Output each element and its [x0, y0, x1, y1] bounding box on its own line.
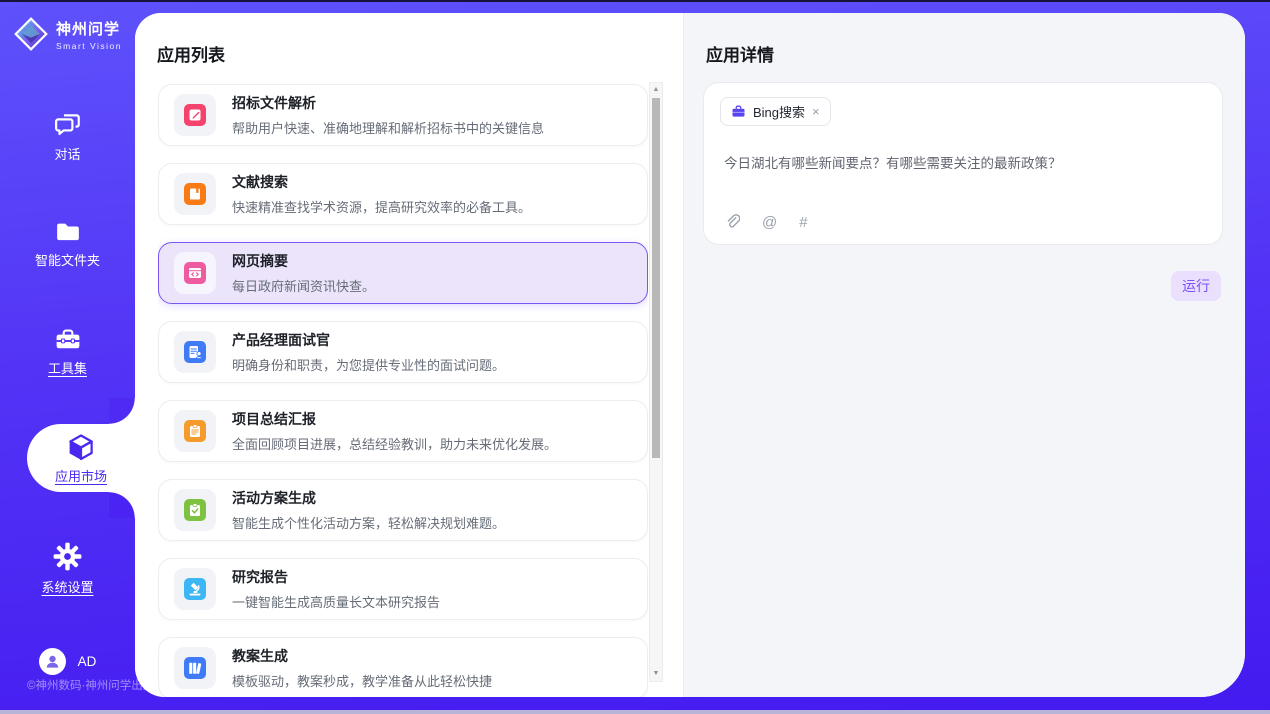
sidebar-item-chat[interactable]: 对话 [0, 110, 135, 163]
query-text[interactable]: 今日湖北有哪些新闻要点？有哪些需要关注的最新政策？ [724, 152, 1204, 172]
app-card-desc: 快速精准查找学术资源，提高研究效率的必备工具。 [232, 197, 531, 216]
content-area: 应用列表 招标文件解析 帮助用户快速、准确地理解和解析招标书中的关键信息 [135, 13, 1245, 697]
app-card-desc: 明确身份和职责，为您提供专业性的面试问题。 [232, 355, 505, 374]
app-detail-title: 应用详情 [706, 41, 774, 66]
app-card-desc: 一键智能生成高质量长文本研究报告 [232, 592, 440, 611]
app-icon-tile [174, 410, 216, 452]
clipboard-icon [184, 420, 206, 442]
tool-chip-bing-search[interactable]: Bing搜索 × [720, 97, 831, 126]
sidebar-item-label: 工具集 [48, 358, 87, 377]
app-card-desc: 帮助用户快速、准确地理解和解析招标书中的关键信息 [232, 118, 544, 137]
browser-icon [184, 262, 206, 284]
app-card-desc: 智能生成个性化活动方案，轻松解决规划难题。 [232, 513, 505, 532]
scrollbar-thumb[interactable] [652, 98, 660, 458]
scroll-down-icon[interactable]: ▼ [653, 667, 660, 681]
scroll-up-icon[interactable]: ▲ [653, 83, 660, 97]
app-card-desc: 模板驱动，教案秒成，教学准备从此轻松快捷 [232, 671, 492, 690]
resume-icon [184, 341, 206, 363]
app-icon-tile [174, 252, 216, 294]
pen-icon [184, 104, 206, 126]
app-icon-tile [174, 173, 216, 215]
app-card-title: 招标文件解析 [232, 93, 544, 113]
app-card-web-summary[interactable]: 网页摘要 每日政府新闻资讯快查。 [158, 242, 648, 304]
sidebar-item-settings[interactable]: 系统设置 [0, 542, 135, 596]
app-card-desc: 每日政府新闻资讯快查。 [232, 276, 375, 295]
diamond-logo-icon [13, 16, 49, 52]
avatar [39, 648, 66, 675]
app-icon-tile [174, 331, 216, 373]
sidebar: 神州问学 Smart Vision 对话 智能文件夹 工具集 [0, 0, 135, 714]
sidebar-item-label: 智能文件夹 [35, 250, 100, 269]
app-card-project-summary[interactable]: 项目总结汇报 全面回顾项目进展，总结经验教训，助力未来优化发展。 [158, 400, 648, 462]
sidebar-item-label: 系统设置 [41, 577, 93, 596]
app-list-title: 应用列表 [157, 41, 225, 66]
app-icon-tile [174, 647, 216, 689]
app-detail-panel: 应用详情 Bing搜索 × 今日湖北有哪些新闻要点？有哪些需要关注的最新政策？ … [683, 13, 1245, 697]
clipboard-check-icon [184, 499, 206, 521]
app-card-title: 产品经理面试官 [232, 330, 505, 350]
app-card-title: 活动方案生成 [232, 488, 505, 508]
sidebar-item-app-market[interactable]: 应用市场 [27, 424, 135, 492]
window-bottom-edge [0, 710, 1270, 714]
cube-icon [66, 432, 96, 462]
user-icon [44, 653, 61, 670]
briefcase-icon [731, 104, 746, 119]
app-list-panel: 应用列表 招标文件解析 帮助用户快速、准确地理解和解析招标书中的关键信息 [135, 13, 683, 697]
app-icon-tile [174, 489, 216, 531]
app-card-desc: 全面回顾项目进展，总结经验教训，助力未来优化发展。 [232, 434, 557, 453]
app-list-scrollbar[interactable]: ▲ ▼ [649, 82, 663, 682]
app-card-bid-analysis[interactable]: 招标文件解析 帮助用户快速、准确地理解和解析招标书中的关键信息 [158, 84, 648, 146]
app-card-title: 教案生成 [232, 646, 492, 666]
brand-logo: 神州问学 Smart Vision [0, 16, 135, 52]
app-card-pm-interviewer[interactable]: 产品经理面试官 明确身份和职责，为您提供专业性的面试问题。 [158, 321, 648, 383]
at-icon[interactable]: @ [762, 214, 777, 231]
app-card-list: 招标文件解析 帮助用户快速、准确地理解和解析招标书中的关键信息 文献搜索 快速精… [158, 84, 648, 697]
app-card-event-plan[interactable]: 活动方案生成 智能生成个性化活动方案，轻松解决规划难题。 [158, 479, 648, 541]
app-card-title: 网页摘要 [232, 251, 375, 271]
toolbox-icon [53, 326, 83, 352]
brand-subtitle: Smart Vision [56, 41, 122, 51]
sidebar-item-toolset[interactable]: 工具集 [0, 326, 135, 377]
hash-icon[interactable]: # [799, 214, 807, 231]
sidebar-item-label: 对话 [54, 144, 80, 163]
chat-icon [53, 110, 83, 138]
sidebar-item-smart-folder[interactable]: 智能文件夹 [0, 218, 135, 269]
folder-icon [53, 218, 83, 244]
user-name: AD [78, 654, 97, 669]
gear-icon [53, 542, 82, 571]
app-icon-tile [174, 94, 216, 136]
book-icon [184, 183, 206, 205]
run-button[interactable]: 运行 [1171, 271, 1221, 301]
app-card-literature-search[interactable]: 文献搜索 快速精准查找学术资源，提高研究效率的必备工具。 [158, 163, 648, 225]
app-card-research-report[interactable]: 研究报告 一键智能生成高质量长文本研究报告 [158, 558, 648, 620]
books-icon [184, 657, 206, 679]
app-card-title: 文献搜索 [232, 172, 531, 192]
tool-chip-label: Bing搜索 [753, 102, 805, 121]
brand-name: 神州问学 [56, 18, 122, 39]
microscope-icon [184, 578, 206, 600]
attachment-toolbar: @ # [724, 213, 808, 231]
app-card-title: 项目总结汇报 [232, 409, 557, 429]
app-card-lesson-plan[interactable]: 教案生成 模板驱动，教案秒成，教学准备从此轻松快捷 [158, 637, 648, 697]
window-top-edge [0, 0, 1270, 2]
query-input-card[interactable]: Bing搜索 × 今日湖北有哪些新闻要点？有哪些需要关注的最新政策？ @ # [703, 82, 1223, 245]
close-icon[interactable]: × [812, 104, 820, 119]
app-card-title: 研究报告 [232, 567, 440, 587]
sidebar-item-label: 应用市场 [55, 466, 107, 485]
user-account[interactable]: AD [0, 648, 135, 675]
paperclip-icon[interactable] [724, 213, 740, 231]
app-icon-tile [174, 568, 216, 610]
